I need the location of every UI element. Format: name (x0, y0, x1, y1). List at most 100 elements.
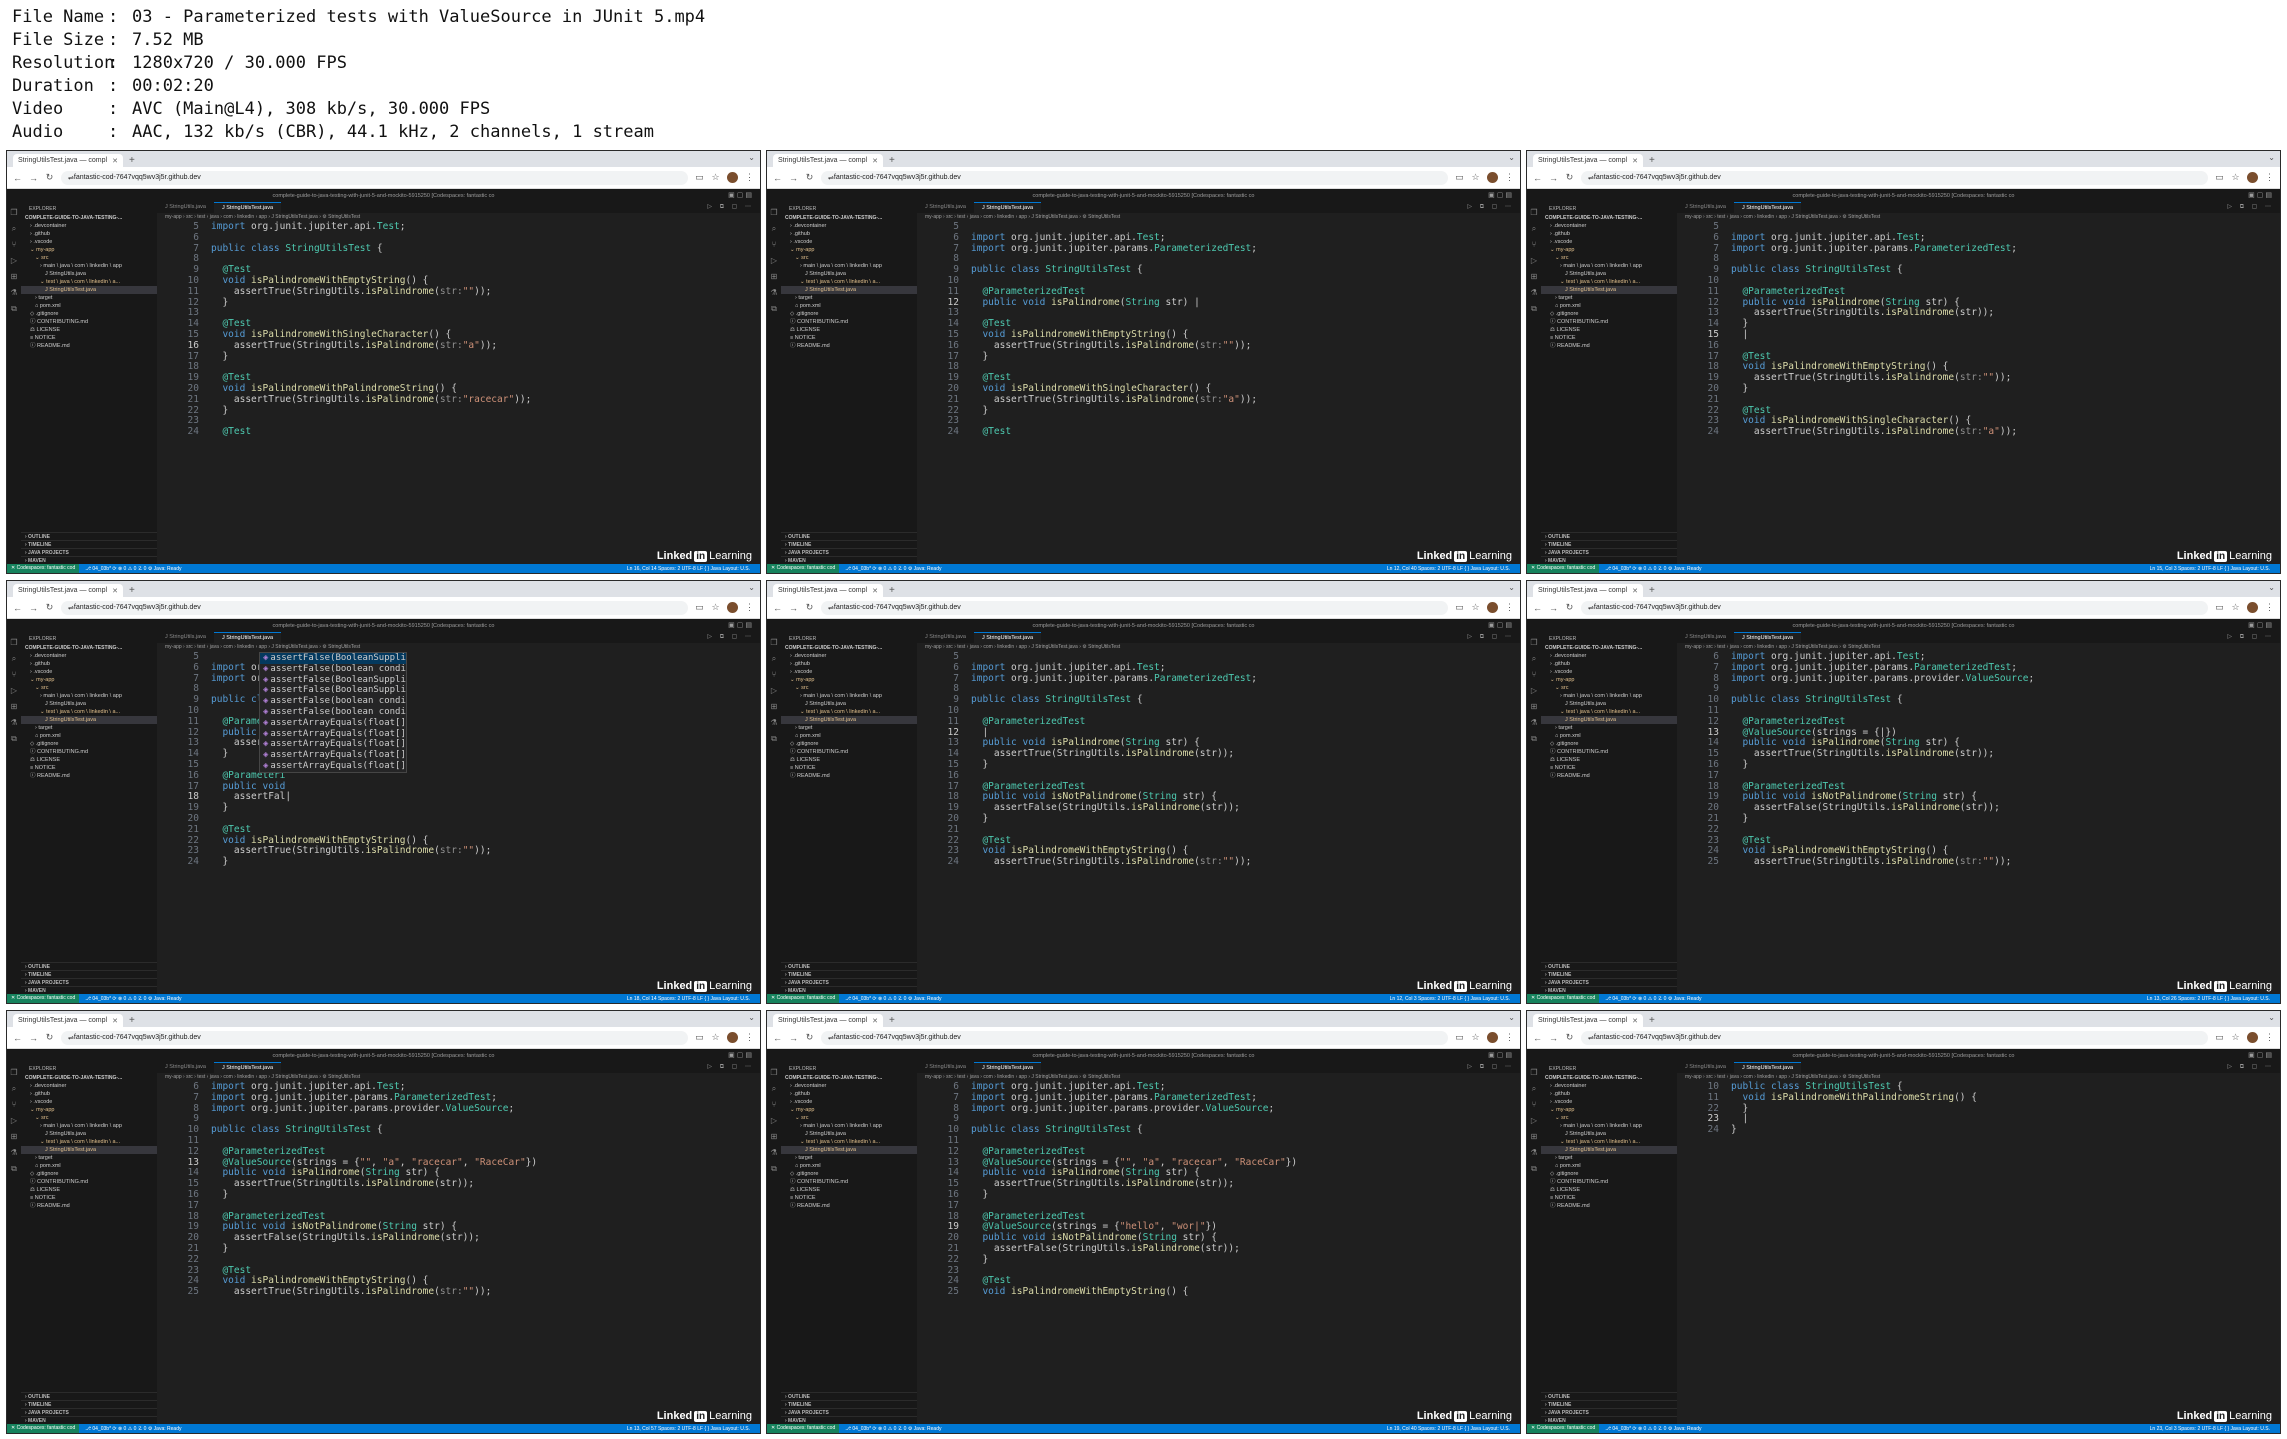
code-line[interactable]: 9 public class StringUtilsTest { (917, 264, 1520, 276)
file-tree-item[interactable]: › .vscode (21, 668, 157, 676)
code-line[interactable]: 21 assertTrue(StringUtils.isPalindrome(s… (917, 394, 1520, 406)
file-tree-item[interactable]: › .devcontainer (1541, 652, 1677, 660)
file-tree-item[interactable]: ⚖ LICENSE (781, 326, 917, 334)
file-tree-item[interactable]: J StringUtilsTest.java (1541, 286, 1677, 294)
star-icon[interactable]: ☆ (1471, 602, 1480, 613)
code-line[interactable]: 8 import org.junit.jupiter.params.provide… (1677, 673, 2280, 685)
file-tree-item[interactable]: ⌄ test \ java \ com \ linkedin \ a... (21, 278, 157, 286)
autocomplete-item[interactable]: ◈assertFalse(boolean condition, ... (260, 696, 406, 707)
run-debug-icon[interactable]: ▷ (771, 256, 777, 265)
code-line[interactable]: 11 assertTrue(StringUtils.isPalindrome(s… (157, 286, 760, 298)
search-icon[interactable]: ⌕ (1532, 1084, 1536, 1093)
panel-java-projects[interactable]: › JAVA PROJECTS (781, 1408, 917, 1416)
file-tree-item[interactable]: ⓘ README.md (1541, 1202, 1677, 1210)
file-tree-item[interactable]: ⌄ my-app (21, 1106, 157, 1114)
close-icon[interactable]: ✕ (872, 587, 878, 595)
remote-icon[interactable]: ⧉ (11, 734, 17, 743)
code-line[interactable]: 23 assertTrue(StringUtils.isPalindrome(s… (157, 845, 760, 857)
new-tab-icon[interactable]: + (889, 584, 895, 597)
tab-stringutils[interactable]: J StringUtils.java (917, 202, 974, 213)
file-tree-item[interactable]: › .vscode (21, 238, 157, 246)
cast-icon[interactable]: ▭ (695, 172, 704, 183)
extensions-icon[interactable]: ⊞ (1531, 272, 1538, 281)
file-tree-item[interactable]: ⌂ pom.xml (21, 732, 157, 740)
panel-maven[interactable]: › MAVEN (781, 1416, 917, 1424)
panel-timeline[interactable]: › TIMELINE (781, 1400, 917, 1408)
star-icon[interactable]: ☆ (711, 602, 720, 613)
new-tab-icon[interactable]: + (129, 1014, 135, 1027)
back-icon[interactable]: ← (773, 173, 782, 183)
file-tree-item[interactable]: › main \ java \ com \ linkedin \ app (781, 262, 917, 270)
file-tree-item[interactable]: ◇ .gitignore (21, 1170, 157, 1178)
chevron-down-icon[interactable]: ⌄ (1508, 1013, 1515, 1022)
panel-outline[interactable]: › OUTLINE (21, 962, 157, 970)
file-tree-item[interactable]: › target (781, 294, 917, 302)
file-tree-item[interactable]: › .github (21, 1090, 157, 1098)
test-icon[interactable]: ⚗ (1530, 288, 1537, 297)
chevron-down-icon[interactable]: ⌄ (2268, 1013, 2275, 1022)
forward-icon[interactable]: → (1549, 1033, 1558, 1043)
forward-icon[interactable]: → (789, 603, 798, 613)
close-icon[interactable]: ✕ (1632, 587, 1638, 595)
file-tree-item[interactable]: J StringUtilsTest.java (21, 1146, 157, 1154)
menu-icon[interactable]: ⋮ (1505, 1032, 1514, 1043)
tab-stringutils[interactable]: J StringUtils.java (917, 1062, 974, 1073)
cursor-position[interactable]: Ln 12, Col 40 Spaces: 2 UTF-8 LF { } Jav… (1387, 566, 1520, 572)
file-tree-item[interactable]: › .vscode (781, 238, 917, 246)
code-line[interactable]: 10 public class StringUtilsTest { (157, 1124, 760, 1136)
cast-icon[interactable]: ▭ (2215, 1032, 2224, 1043)
code-line[interactable]: 24} (1677, 1124, 2280, 1136)
file-tree-item[interactable]: ≡ NOTICE (1541, 764, 1677, 772)
extensions-icon[interactable]: ⊞ (11, 1132, 18, 1141)
file-tree-item[interactable]: J StringUtils.java (1541, 1130, 1677, 1138)
code-line[interactable]: 9 public class StringUtilsTest { (917, 694, 1520, 706)
remote-indicator[interactable]: ✕ Codespaces: fantastic cod (7, 1424, 80, 1433)
remote-icon[interactable]: ⧉ (771, 1164, 777, 1173)
forward-icon[interactable]: → (789, 1033, 798, 1043)
file-tree-item[interactable]: ⌄ my-app (21, 676, 157, 684)
new-tab-icon[interactable]: + (1649, 154, 1655, 167)
back-icon[interactable]: ← (13, 173, 22, 183)
source-control-icon[interactable]: ⑂ (772, 240, 777, 249)
back-icon[interactable]: ← (1533, 1033, 1542, 1043)
run-debug-icon[interactable]: ▷ (11, 1116, 17, 1125)
file-tree-item[interactable]: J StringUtils.java (21, 270, 157, 278)
code-line[interactable]: 20 assertFalse(StringUtils.isPalindrome(… (1677, 802, 2280, 814)
address-bar[interactable]: ⇌ fantastic-cod-7647vqq5wv3j5r.github.de… (821, 1030, 1448, 1045)
file-tree-item[interactable]: › .devcontainer (21, 652, 157, 660)
file-tree-item[interactable]: ⌂ pom.xml (1541, 302, 1677, 310)
close-icon[interactable]: ✕ (1632, 157, 1638, 165)
tab-stringutilstest[interactable]: J StringUtilsTest.java (1733, 632, 1802, 643)
file-tree-item[interactable]: ◇ .gitignore (21, 310, 157, 318)
test-icon[interactable]: ⚗ (10, 718, 17, 727)
file-tree-item[interactable]: › target (1541, 724, 1677, 732)
file-tree-item[interactable]: ⌄ test \ java \ com \ linkedin \ a... (781, 1138, 917, 1146)
panel-outline[interactable]: › OUTLINE (1541, 962, 1677, 970)
extensions-icon[interactable]: ⊞ (11, 272, 18, 281)
file-tree-item[interactable]: J StringUtils.java (1541, 270, 1677, 278)
file-tree-item[interactable]: › .devcontainer (781, 1082, 917, 1090)
file-tree-item[interactable]: › .vscode (1541, 668, 1677, 676)
cursor-position[interactable]: Ln 13, Col 57 Spaces: 2 UTF-8 LF { } Jav… (627, 1426, 760, 1432)
star-icon[interactable]: ☆ (2231, 602, 2240, 613)
explorer-root[interactable]: COMPLETE-GUIDE-TO-JAVA-TESTING-... (781, 214, 917, 222)
run-debug-icon[interactable]: ▷ (1531, 686, 1537, 695)
panel-outline[interactable]: › OUTLINE (781, 962, 917, 970)
file-tree-item[interactable]: › .github (1541, 1090, 1677, 1098)
panel-maven[interactable]: › MAVEN (21, 556, 157, 564)
git-branch[interactable]: ⎇ 04_03b* ⟳ ⊗ 0 ⚠ 0 ☡ 0 ⚙ Java: Ready (79, 1426, 181, 1432)
panel-timeline[interactable]: › TIMELINE (781, 540, 917, 548)
code-line[interactable]: 15 assertTrue(StringUtils.isPalindrome(s… (1677, 748, 2280, 760)
panel-java-projects[interactable]: › JAVA PROJECTS (1541, 978, 1677, 986)
file-tree-item[interactable]: ⓘ README.md (21, 1202, 157, 1210)
file-tree-item[interactable]: ⌂ pom.xml (1541, 732, 1677, 740)
file-tree-item[interactable]: ⌄ test \ java \ com \ linkedin \ a... (1541, 1138, 1677, 1146)
code-line[interactable]: 18 assertFal| (157, 791, 760, 803)
explorer-root[interactable]: COMPLETE-GUIDE-TO-JAVA-TESTING-... (1541, 1074, 1677, 1082)
search-icon[interactable]: ⌕ (1532, 654, 1536, 663)
browser-tab[interactable]: StringUtilsTest.java — compl ✕ (1533, 1014, 1643, 1027)
file-tree-item[interactable]: ≡ NOTICE (21, 1194, 157, 1202)
code-line[interactable]: 21 assertFalse(StringUtils.isPalindrome(… (917, 1243, 1520, 1255)
code-line[interactable]: 23 | (1677, 1113, 2280, 1125)
file-tree-item[interactable]: ⓘ CONTRIBUTING.md (781, 1178, 917, 1186)
